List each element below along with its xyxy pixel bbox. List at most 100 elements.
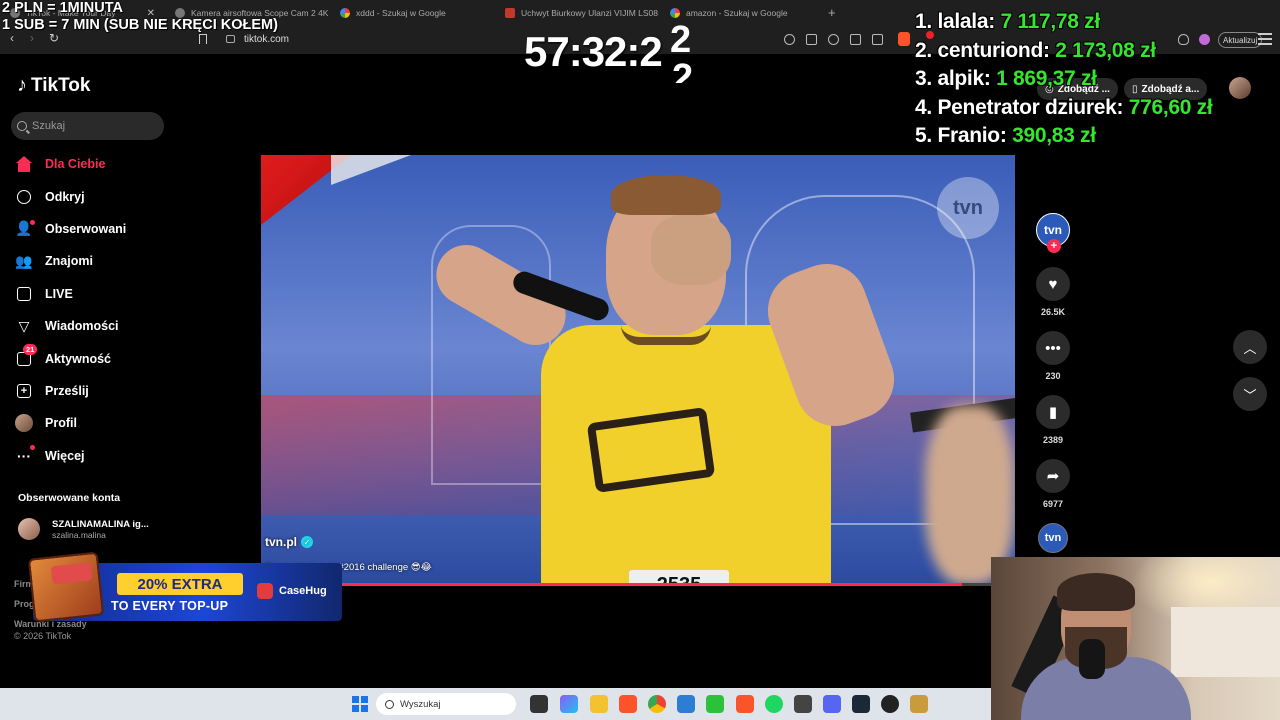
- comment-button[interactable]: •••: [1036, 331, 1070, 365]
- store-icon[interactable]: [677, 695, 695, 713]
- activity-icon: 21: [15, 343, 38, 368]
- bib-number: 2535: [629, 570, 729, 584]
- spotify-icon[interactable]: [765, 695, 783, 713]
- sidebar-item-activity[interactable]: 21 Aktywność: [15, 342, 175, 374]
- logo-text: TikTok: [31, 74, 91, 96]
- followed-accounts-title: Obserwowane konta: [18, 492, 121, 504]
- update-button[interactable]: Aktualizuj: [1218, 32, 1263, 48]
- leaderboard-row: 2. centuriond: 2 173,08 zł: [915, 38, 1156, 62]
- url-field[interactable]: tiktok.com: [244, 34, 289, 45]
- timer-rolling-digit-next: 2: [672, 58, 694, 83]
- author-name: tvn.pl: [265, 535, 297, 549]
- treasure-chest-icon: [27, 551, 105, 623]
- previous-video-button[interactable]: ︿: [1233, 330, 1267, 364]
- search-input[interactable]: [32, 120, 152, 132]
- menu-icon[interactable]: [1258, 33, 1272, 45]
- steam-icon[interactable]: [852, 695, 870, 713]
- tiktok-note-icon: ♪: [17, 74, 27, 96]
- avatar[interactable]: [1229, 77, 1251, 99]
- app-icon[interactable]: [794, 695, 812, 713]
- sidebar-item-messages[interactable]: ▽ Wiadomości: [15, 310, 175, 342]
- sidebar-item-upload[interactable]: + Prześlij: [15, 375, 175, 407]
- brave-beta-icon[interactable]: [736, 695, 754, 713]
- tab-google-xddd[interactable]: xddd - Szukaj w Google: [330, 0, 495, 26]
- chevron-down-icon: ﹀: [1243, 387, 1257, 403]
- comment-count: 230: [1045, 371, 1061, 381]
- rule-line: 1 SUB = 7 MIN (SUB NIE KRĘCI KOŁEM): [2, 17, 278, 33]
- creator-avatar[interactable]: tvn +: [1036, 213, 1070, 253]
- sidebar-item-label: Znajomi: [45, 254, 93, 269]
- site-info-icon[interactable]: [226, 35, 235, 43]
- ad-brand: CaseHug: [257, 583, 327, 599]
- bookmark-icon[interactable]: [199, 34, 207, 44]
- sidebar-item-following[interactable]: 👤 Obserwowani: [15, 213, 175, 245]
- translate-icon[interactable]: [806, 34, 817, 45]
- follow-plus-icon[interactable]: +: [1047, 239, 1061, 253]
- avatar: [18, 518, 40, 540]
- tab-title: amazon - Szukaj w Google: [686, 8, 788, 18]
- windows-start-icon[interactable]: [352, 696, 368, 712]
- tab-title: Uchwyt Biurkowy Ulanzi VIJIM LS08 S: [521, 8, 660, 18]
- share-count: 6977: [1042, 499, 1064, 509]
- app-icon[interactable]: [706, 695, 724, 713]
- google-icon: [340, 8, 350, 18]
- casehug-ad-banner: 20% EXTRA TO EVERY TOP-UP CaseHug: [27, 551, 342, 623]
- sidebar-item-more[interactable]: ··· Więcej: [15, 440, 175, 472]
- tab-title: xddd - Szukaj w Google: [356, 8, 446, 18]
- discord-icon[interactable]: [823, 695, 841, 713]
- next-video-button[interactable]: ﹀: [1233, 377, 1267, 411]
- tiktok-logo[interactable]: ♪ TikTok: [17, 74, 90, 97]
- share-icon[interactable]: [872, 34, 883, 45]
- creator-avatar-label: tvn: [1044, 223, 1062, 237]
- video-progress-bar[interactable]: [261, 583, 1015, 586]
- tab-uchwyt[interactable]: Uchwyt Biurkowy Ulanzi VIJIM LS08 S: [495, 0, 660, 26]
- shop-icon: [505, 8, 515, 18]
- sidebar-item-friends[interactable]: 👥 Znajomi: [15, 245, 175, 277]
- copyright: © 2026 TikTok: [14, 631, 72, 641]
- chrome-icon[interactable]: [648, 695, 666, 713]
- share-button[interactable]: ➦: [1036, 459, 1070, 493]
- task-view-icon[interactable]: [530, 695, 548, 713]
- live-icon: [15, 285, 33, 303]
- share-arrow-icon: ➦: [1046, 468, 1060, 485]
- sidebar-item-profile[interactable]: Profil: [15, 407, 175, 439]
- taskbar-search[interactable]: Wyszukaj: [376, 693, 516, 715]
- chevron-up-icon: ︿: [1243, 340, 1257, 356]
- sidebar-item-live[interactable]: LIVE: [15, 278, 175, 310]
- video-author[interactable]: tvn.pl ✓: [265, 535, 313, 549]
- sidebar-item-label: Wiadomości: [45, 319, 119, 334]
- sidebar-item-label: Profil: [45, 416, 77, 431]
- followed-account[interactable]: SZALINAMALINA ig... szalina.malina: [18, 518, 149, 540]
- compass-icon: [15, 188, 33, 206]
- search-box[interactable]: [11, 112, 164, 140]
- new-tab-button[interactable]: +: [828, 5, 836, 20]
- home-icon: [15, 155, 33, 173]
- notification-badge: 21: [23, 343, 38, 355]
- zoom-icon[interactable]: [828, 34, 839, 45]
- music-disc[interactable]: tvn: [1038, 523, 1068, 553]
- cast-icon[interactable]: [850, 34, 861, 45]
- sidebar-item-explore[interactable]: Odkryj: [15, 180, 175, 212]
- leaderboard-row: 1. lalala: 7 117,78 zł: [915, 10, 1100, 33]
- taskbar-search-placeholder: Wyszukaj: [400, 698, 441, 710]
- leaderboard-row: 4. Penetrator dziurek: 776,60 zł: [915, 95, 1213, 119]
- webcam-kitchen-cabinet: [1171, 607, 1280, 677]
- sidebar-item-label: Prześlij: [45, 383, 89, 398]
- copilot-icon[interactable]: [560, 695, 578, 713]
- tvn-watermark: tvn: [937, 177, 999, 239]
- account-name: SZALINAMALINA ig...: [52, 518, 149, 530]
- streamer-hair: [1057, 573, 1135, 611]
- sidebar-item-for-you[interactable]: Dla Ciebie: [15, 148, 175, 180]
- league-of-legends-icon[interactable]: [910, 695, 928, 713]
- like-button[interactable]: ♥: [1036, 267, 1070, 301]
- brave-shield-icon[interactable]: [898, 32, 910, 46]
- stream-timer: 57:32:2: [524, 28, 663, 75]
- no-tracking-icon[interactable]: [784, 34, 795, 45]
- video-player[interactable]: 2535 tvn: [261, 155, 1015, 584]
- sidebar-item-label: Aktywność: [45, 351, 111, 366]
- brave-icon[interactable]: [619, 695, 637, 713]
- casehug-logo-icon: [257, 583, 273, 599]
- file-explorer-icon[interactable]: [590, 695, 608, 713]
- save-button[interactable]: ▮: [1036, 395, 1070, 429]
- obs-icon[interactable]: [881, 695, 899, 713]
